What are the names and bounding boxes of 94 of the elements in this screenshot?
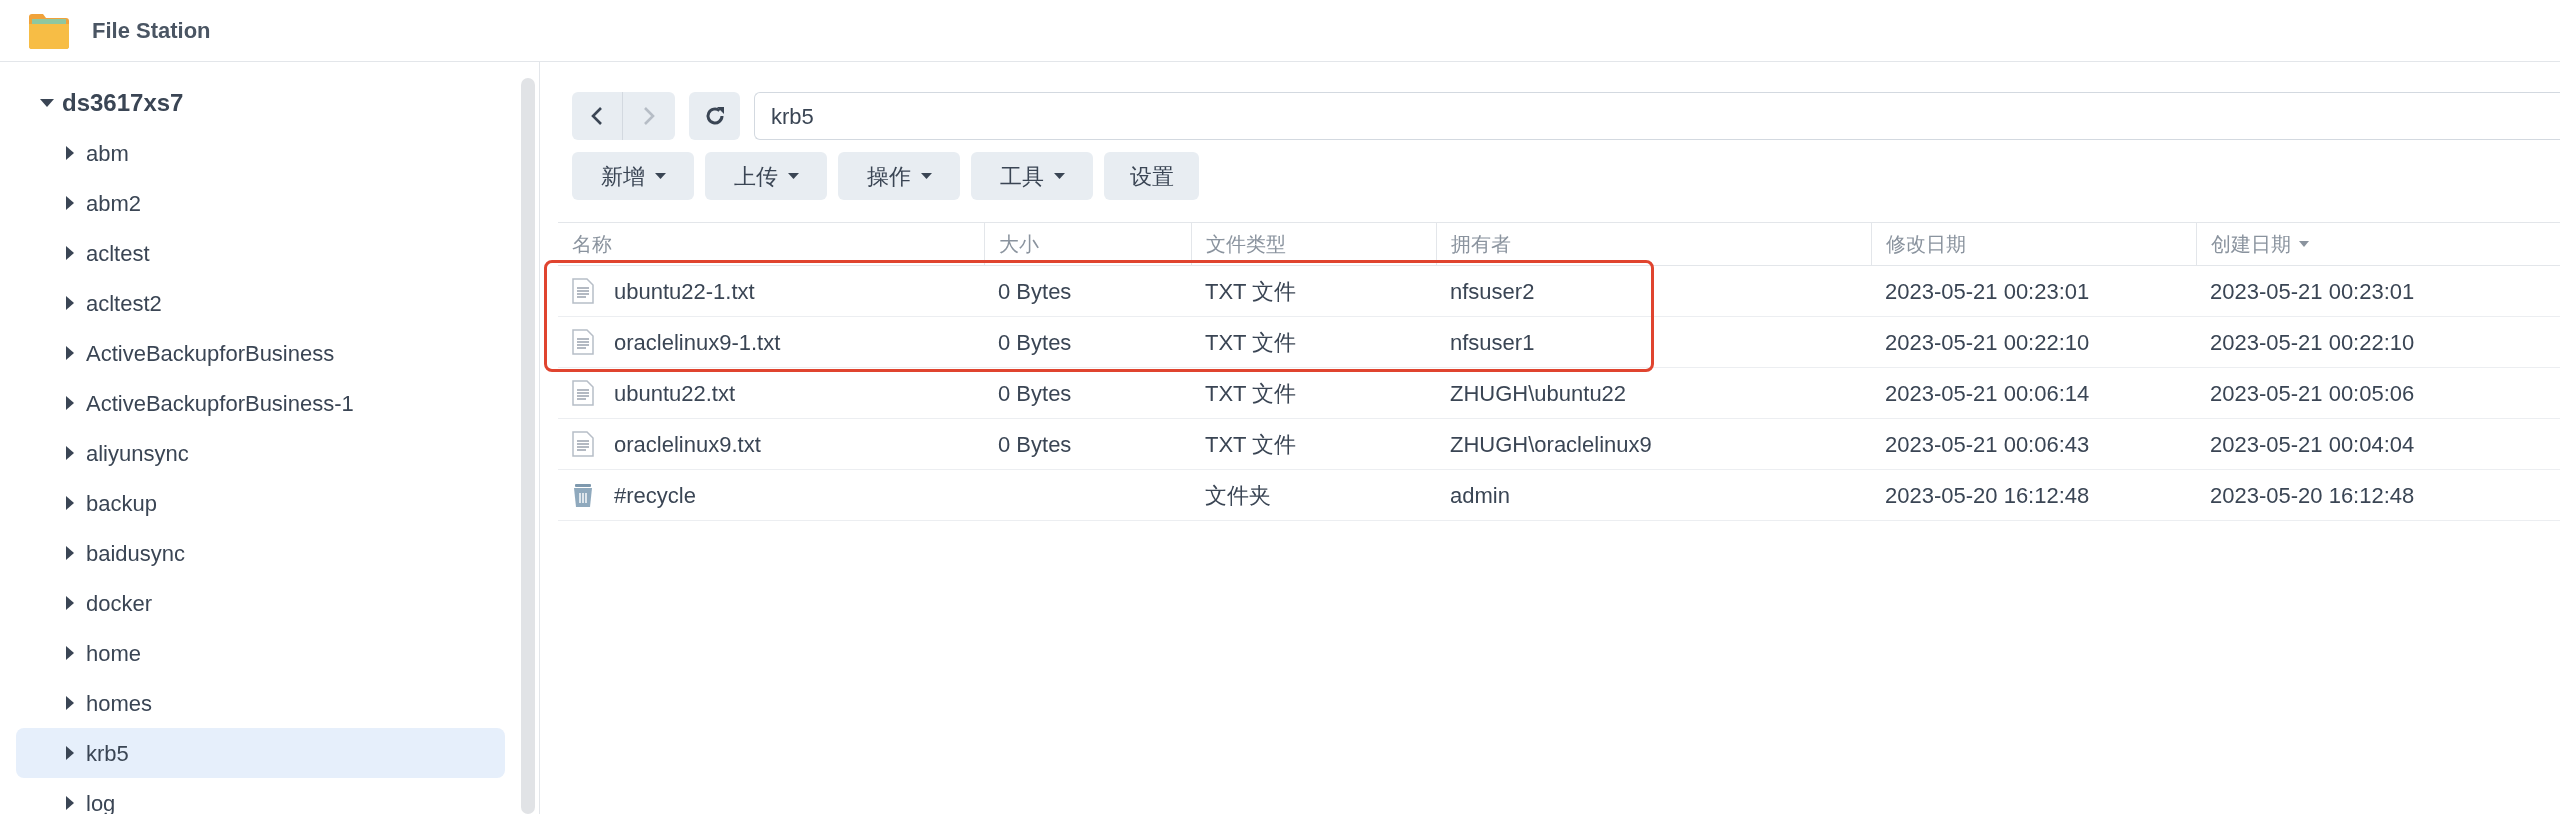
toolbar-button[interactable]: 操作 bbox=[838, 152, 960, 200]
caret-down-icon[interactable] bbox=[40, 99, 54, 107]
folder-name: acltest bbox=[86, 239, 150, 268]
table-cell-text: oraclelinux9-1.txt bbox=[614, 328, 781, 357]
folder-name: acltest2 bbox=[86, 289, 162, 318]
toolbar-button[interactable]: 设置 bbox=[1104, 152, 1199, 200]
folder-tree-item[interactable]: ActiveBackupforBusiness bbox=[16, 328, 505, 378]
table-cell-text: 2023-05-20 16:12:48 bbox=[1885, 481, 2090, 510]
caret-right-icon[interactable] bbox=[66, 146, 74, 160]
folder-tree-item[interactable]: ds3617xs7 bbox=[16, 78, 505, 128]
table-cell-text: ubuntu22-1.txt bbox=[614, 277, 755, 306]
table-cell-text: ZHUGH\ubuntu22 bbox=[1450, 379, 1627, 408]
folder-name: krb5 bbox=[86, 739, 129, 768]
table-cell-text: ZHUGH\oraclelinux9 bbox=[1450, 430, 1652, 459]
toolbar-button[interactable]: 新增 bbox=[572, 152, 694, 200]
folder-icon bbox=[28, 12, 70, 49]
folder-tree-item[interactable]: ActiveBackupforBusiness-1 bbox=[16, 378, 505, 428]
trash-icon bbox=[572, 482, 594, 508]
table-cell-text: 2023-05-21 00:22:10 bbox=[1885, 328, 2090, 357]
folder-name: baidusync bbox=[86, 539, 186, 568]
caret-down-icon bbox=[654, 173, 666, 179]
folder-tree-item[interactable]: abm bbox=[16, 128, 505, 178]
folder-tree-item[interactable]: backup bbox=[16, 478, 505, 528]
table-cell-text: 2023-05-21 00:04:04 bbox=[2210, 430, 2415, 459]
table-cell-text: 2023-05-21 00:06:43 bbox=[1885, 430, 2090, 459]
folder-tree-item[interactable]: baidusync bbox=[16, 528, 505, 578]
caret-right-icon[interactable] bbox=[66, 696, 74, 710]
folder-tree-item[interactable]: acltest bbox=[16, 228, 505, 278]
folder-name: abm2 bbox=[86, 189, 142, 218]
folder-name: backup bbox=[86, 489, 157, 518]
folder-name: ActiveBackupforBusiness bbox=[86, 339, 335, 368]
table-cell-text: 0 Bytes bbox=[998, 430, 1072, 459]
table-cell-text: 0 Bytes bbox=[998, 277, 1072, 306]
table-cell-text: 2023-05-21 00:23:01 bbox=[1885, 277, 2090, 306]
caret-right-icon[interactable] bbox=[66, 246, 74, 260]
table-cell-text: 0 Bytes bbox=[998, 328, 1072, 357]
table-cell-text: TXT 文件 bbox=[1205, 328, 1297, 357]
table-cell-text: 2023-05-21 00:06:14 bbox=[1885, 379, 2090, 408]
table-cell-text: ubuntu22.txt bbox=[614, 379, 736, 408]
table-cell-text: 2023-05-20 16:12:48 bbox=[2210, 481, 2415, 510]
folder-tree-item[interactable]: aliyunsync bbox=[16, 428, 505, 478]
folder-tree-item[interactable]: docker bbox=[16, 578, 505, 628]
caret-right-icon[interactable] bbox=[66, 346, 74, 360]
toolbar-button[interactable]: 工具 bbox=[971, 152, 1093, 200]
folder-name: ActiveBackupforBusiness-1 bbox=[86, 389, 354, 418]
document-icon bbox=[572, 278, 594, 304]
caret-right-icon[interactable] bbox=[66, 496, 74, 510]
caret-right-icon[interactable] bbox=[66, 196, 74, 210]
table-cell-text: nfsuser1 bbox=[1450, 328, 1535, 357]
refresh-button[interactable] bbox=[689, 92, 740, 140]
folder-tree-item[interactable]: krb5 bbox=[16, 728, 505, 778]
toolbar-button[interactable]: 上传 bbox=[705, 152, 827, 200]
folder-tree-item[interactable]: abm2 bbox=[16, 178, 505, 228]
scrollbar[interactable] bbox=[521, 78, 535, 814]
app-title: File Station bbox=[92, 17, 211, 45]
table-cell-text: TXT 文件 bbox=[1205, 379, 1297, 408]
caret-down-icon bbox=[787, 173, 799, 179]
table-cell-text: #recycle bbox=[614, 481, 696, 510]
caret-down-icon bbox=[1053, 173, 1065, 179]
caret-right-icon[interactable] bbox=[66, 646, 74, 660]
document-icon bbox=[572, 329, 594, 355]
document-icon bbox=[572, 380, 594, 406]
sort-caret-icon bbox=[2299, 241, 2309, 247]
caret-right-icon[interactable] bbox=[66, 446, 74, 460]
caret-right-icon[interactable] bbox=[66, 546, 74, 560]
caret-right-icon[interactable] bbox=[66, 396, 74, 410]
chevron-left-icon bbox=[591, 106, 603, 126]
caret-right-icon[interactable] bbox=[66, 746, 74, 760]
folder-name: home bbox=[86, 639, 142, 668]
folder-name: aliyunsync bbox=[86, 439, 189, 468]
table-cell-text: admin bbox=[1450, 481, 1510, 510]
caret-down-icon bbox=[920, 173, 932, 179]
table-cell-text: 文件夹 bbox=[1205, 481, 1271, 510]
document-icon bbox=[572, 431, 594, 457]
folder-name: abm bbox=[86, 139, 129, 168]
table-cell-text: TXT 文件 bbox=[1205, 277, 1297, 306]
caret-right-icon[interactable] bbox=[66, 596, 74, 610]
folder-tree-item[interactable]: acltest2 bbox=[16, 278, 505, 328]
folder-name: ds3617xs7 bbox=[62, 88, 184, 118]
caret-right-icon[interactable] bbox=[66, 796, 74, 810]
table-cell-text: 2023-05-21 00:05:06 bbox=[2210, 379, 2415, 408]
table-cell-text: TXT 文件 bbox=[1205, 430, 1297, 459]
folder-tree-item[interactable]: homes bbox=[16, 678, 505, 728]
table-cell-text: 2023-05-21 00:23:01 bbox=[2210, 277, 2415, 306]
table-cell-text: nfsuser2 bbox=[1450, 277, 1535, 306]
table-cell-text: oraclelinux9.txt bbox=[614, 430, 761, 459]
folder-tree-item[interactable]: home bbox=[16, 628, 505, 678]
caret-right-icon[interactable] bbox=[66, 296, 74, 310]
table-cell-text: 2023-05-21 00:22:10 bbox=[2210, 328, 2415, 357]
folder-name: docker bbox=[86, 589, 153, 618]
path-field[interactable]: krb5 bbox=[754, 92, 2560, 140]
folder-name: homes bbox=[86, 689, 153, 718]
chevron-right-icon bbox=[643, 106, 655, 126]
table-cell-text: 0 Bytes bbox=[998, 379, 1072, 408]
